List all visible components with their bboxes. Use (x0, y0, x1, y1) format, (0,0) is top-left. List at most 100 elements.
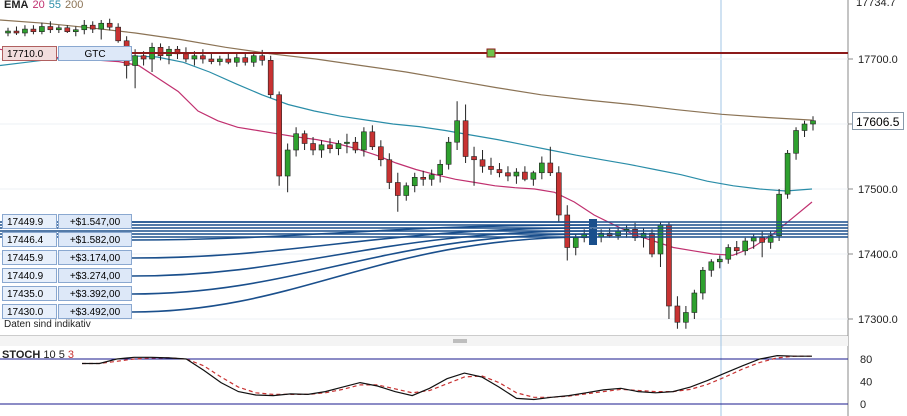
candle-body (191, 55, 198, 60)
candle-body (572, 237, 579, 248)
candle-body (301, 133, 308, 144)
price-tick-label: 17300.0 (858, 314, 898, 326)
candle-body (352, 141, 359, 151)
candle-body (225, 58, 232, 63)
candle-body (132, 55, 138, 66)
candle-body (445, 141, 452, 165)
candle-body (208, 58, 215, 62)
candle-body (462, 120, 469, 157)
order-pnl[interactable]: +$3.392,00 (58, 286, 132, 301)
candle-body (716, 258, 723, 263)
stoch-period-5: 5 (58, 349, 65, 361)
candle-body (488, 165, 494, 170)
order-price[interactable]: 17449.9 (2, 214, 57, 229)
candle-body (81, 24, 88, 31)
candle-body (30, 28, 37, 33)
candle-body (217, 58, 223, 62)
indicative-data-note: Daten sind indikativ (4, 319, 91, 330)
candle-body (293, 133, 299, 151)
candle-body (793, 130, 799, 154)
price-tick-label: 17400.0 (858, 249, 898, 261)
order-price[interactable]: 17446.4 (2, 232, 57, 247)
candle-body (759, 237, 765, 243)
stoch-tick-label: 40 (860, 377, 872, 389)
candle-body (420, 177, 427, 180)
gtc-order-label[interactable]: GTC (58, 46, 132, 61)
ema-period-200: 200 (64, 0, 84, 11)
candle-body (708, 261, 715, 271)
candle-body (106, 22, 113, 28)
order-pnl[interactable]: +$3.492,00 (58, 304, 132, 319)
candle-body (267, 59, 274, 96)
candle-body (200, 55, 206, 60)
candle-body (318, 144, 325, 151)
candle-body (259, 55, 266, 61)
ema-label: EMA (4, 0, 29, 11)
candle-body (733, 247, 740, 252)
candle-body (810, 120, 816, 125)
candle-body (691, 292, 698, 313)
ema-period-20: 20 (32, 0, 45, 11)
candle-body (776, 193, 782, 237)
ema-legend: EMA 20 55 200 (4, 0, 87, 11)
candle-body (361, 131, 367, 151)
candle-body (233, 57, 240, 63)
stoch-legend: STOCH 10 5 3 (2, 349, 74, 361)
stoch-period-10: 10 (43, 349, 56, 361)
candle-body (369, 131, 376, 148)
candle-body (64, 27, 71, 32)
order-marker (589, 219, 597, 227)
candle-body (784, 152, 791, 195)
candle-body (250, 55, 257, 63)
candle-body (157, 46, 164, 57)
candle-body (22, 28, 28, 34)
candle-body (386, 159, 393, 183)
current-price-tag: 17606.5 (852, 112, 904, 130)
stoch-k-line (82, 354, 812, 401)
order-price[interactable]: 17430.0 (2, 304, 57, 319)
candle-body (555, 172, 562, 216)
stoch-tick-label: 0 (860, 399, 866, 411)
price-tick-label: 17700.0 (858, 54, 898, 66)
order-pnl[interactable]: +$1.582,00 (58, 232, 132, 247)
candle-body (394, 182, 401, 196)
candle-body (437, 164, 443, 176)
candle-body (539, 162, 545, 174)
candle-body (310, 143, 316, 151)
candle-body (140, 55, 147, 60)
stoch-tick-label: 80 (860, 354, 872, 366)
candle-body (335, 143, 342, 149)
chart-canvas[interactable]: 80400 17734.717700.017600.017500.017400.… (0, 0, 907, 416)
candle-body (39, 26, 45, 32)
candle-body (496, 169, 503, 174)
candle-body (89, 24, 96, 30)
gtc-order-price[interactable]: 17710.0 (2, 46, 57, 61)
order-price[interactable]: 17435.0 (2, 286, 57, 301)
order-pnl[interactable]: +$3.174,00 (58, 250, 132, 265)
candle-body (403, 185, 410, 196)
candle-body (115, 26, 121, 42)
order-price[interactable]: 17440.9 (2, 268, 57, 283)
order-pnl[interactable]: +$1.547,00 (58, 214, 132, 229)
order-marker (589, 229, 597, 237)
candle-body (284, 149, 291, 177)
candle-body (98, 22, 105, 30)
candle-body (547, 162, 554, 174)
candle-body (378, 146, 384, 161)
candle-body (513, 171, 520, 177)
candle-body (47, 26, 54, 31)
candle-body (327, 144, 333, 150)
candle-body (700, 269, 706, 294)
stoch-period-3: 3 (67, 349, 74, 361)
candle-body (750, 237, 757, 242)
candle-body (674, 305, 681, 323)
candle-body (530, 172, 537, 180)
candle-body (428, 174, 435, 180)
order-pnl[interactable]: +$3.274,00 (58, 268, 132, 283)
candle-body (683, 312, 689, 323)
order-price[interactable]: 17445.9 (2, 250, 57, 265)
price-tick-top: 17734.7 (856, 0, 896, 9)
candle-body (742, 240, 749, 252)
candle-body (72, 29, 79, 32)
candle-body (505, 172, 511, 177)
